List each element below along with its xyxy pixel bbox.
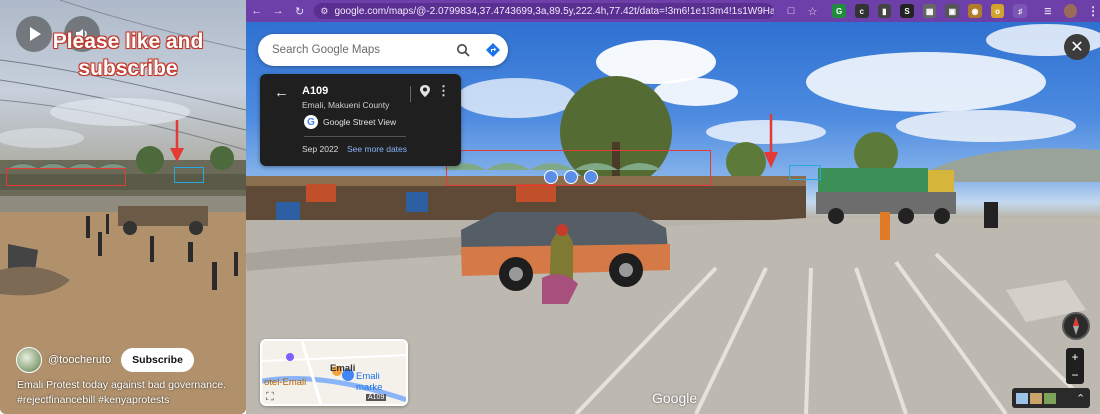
reload-icon[interactable]: ↻ [289, 5, 310, 18]
see-more-dates-link[interactable]: See more dates [347, 144, 407, 154]
place-marker-icon[interactable] [564, 170, 578, 184]
annotation-red-box [6, 168, 126, 186]
extension-box-icon[interactable]: ▣ [945, 4, 960, 18]
google-logo-icon: G [304, 115, 318, 129]
expand-up-icon[interactable]: ⌃ [1076, 392, 1085, 405]
compass-icon [1073, 317, 1079, 335]
search-icon[interactable] [448, 43, 478, 57]
directions-icon[interactable] [478, 42, 508, 58]
reading-list-icon[interactable]: ☰ [1041, 4, 1055, 18]
extension-doc-icon[interactable]: ▮ [877, 4, 892, 18]
annotation-blue-box [174, 167, 204, 183]
imagery-thumb-icon[interactable] [1016, 392, 1028, 404]
location-info-card: ← A109 Emali, Makueni County ⋮ G Google … [260, 74, 461, 166]
compass-button[interactable] [1062, 312, 1090, 340]
caption-text: Emali Protest today against bad governan… [17, 379, 226, 391]
location-title: A109 [302, 85, 329, 97]
expand-map-icon[interactable]: ⛶ [266, 391, 274, 404]
divider [304, 136, 406, 137]
address-url[interactable]: google.com/maps/@-2.0799834,37.4743699,3… [334, 6, 774, 17]
street-view[interactable]: Search Google Maps ← A109 Emali, Makueni… [246, 22, 1100, 414]
browser-toolbar: ← → ↻ ⚙ google.com/maps/@-2.0799834,37.4… [246, 0, 1100, 22]
browser-window: ← → ↻ ⚙ google.com/maps/@-2.0799834,37.4… [246, 0, 1100, 414]
minimap-label-hotel: otel-Emali [264, 377, 307, 388]
location-subtitle: Emali, Makueni County [302, 100, 390, 110]
annotation-arrow-icon [764, 114, 778, 168]
video-panel[interactable]: Please like and subscribe @toocheruto Su… [0, 0, 246, 414]
caption-hashtags[interactable]: #rejectfinancebill #kenyaprotests [17, 393, 243, 408]
creator-handle[interactable]: @toocheruto [48, 354, 111, 366]
zoom-controls: + − [1066, 348, 1084, 384]
close-icon: ✕ [1070, 39, 1084, 56]
minimap-label-market: Emali marke [356, 371, 383, 393]
bookmark-star-icon[interactable]: ☆ [802, 5, 823, 18]
minimap-label-road: A109 [366, 394, 387, 401]
source-row: G Google Street View [304, 115, 396, 129]
search-bar[interactable]: Search Google Maps [258, 34, 508, 66]
extension-g-icon[interactable]: G [832, 4, 846, 18]
subscribe-button[interactable]: Subscribe [121, 348, 194, 372]
extension-img-icon[interactable]: ◉ [968, 4, 982, 18]
screen: Please like and subscribe @toocheruto Su… [0, 0, 1100, 414]
source-label: Google Street View [323, 117, 397, 127]
extension-s-icon[interactable]: S [900, 4, 914, 18]
minimap-label-emali: Emali [330, 363, 356, 374]
back-arrow-icon[interactable]: ← [274, 84, 289, 101]
extensions-puzzle-icon[interactable]: ♯ [1013, 4, 1028, 18]
google-watermark: Google [652, 390, 698, 406]
video-caption: Emali Protest today against bad governan… [17, 378, 243, 408]
video-overlay-title: Please like and subscribe [52, 30, 204, 80]
back-icon[interactable]: ← [246, 5, 267, 17]
capture-date: Sep 2022 [302, 144, 339, 154]
menu-kebab-icon[interactable]: ⋮ [1086, 4, 1100, 18]
address-bar[interactable]: ⚙ google.com/maps/@-2.0799834,37.4743699… [314, 3, 775, 19]
place-marker-icon[interactable] [584, 170, 598, 184]
creator-row: @toocheruto Subscribe [16, 347, 194, 373]
site-info-icon[interactable]: ⚙ [320, 6, 328, 17]
install-icon[interactable]: □ [780, 5, 801, 17]
profile-avatar-icon[interactable] [1063, 4, 1078, 18]
place-marker-icon[interactable] [544, 170, 558, 184]
imagery-thumb-icon[interactable] [1030, 392, 1042, 404]
annotation-blue-box [789, 165, 821, 180]
more-options-icon[interactable]: ⋮ [437, 83, 450, 99]
zoom-in-button[interactable]: + [1066, 348, 1084, 366]
extension-c-icon[interactable]: c [854, 4, 869, 18]
zoom-out-button[interactable]: − [1066, 366, 1084, 384]
imagery-thumb-icon[interactable] [1044, 392, 1056, 404]
extension-o-icon[interactable]: o [990, 4, 1005, 18]
close-street-view-button[interactable]: ✕ [1064, 34, 1090, 60]
search-input[interactable]: Search Google Maps [272, 44, 448, 56]
divider [410, 86, 411, 102]
avatar[interactable] [16, 347, 42, 373]
minimap[interactable]: Emali Emali marke otel-Emali A109 ⛶ [260, 339, 408, 406]
imagery-strip[interactable]: ⌃ [1012, 388, 1090, 408]
map-pin-icon[interactable] [419, 84, 431, 103]
place-markers [544, 170, 598, 184]
extension-grid-icon[interactable]: ▦ [922, 4, 937, 18]
forward-icon[interactable]: → [267, 5, 288, 17]
annotation-arrow-icon [170, 120, 184, 162]
